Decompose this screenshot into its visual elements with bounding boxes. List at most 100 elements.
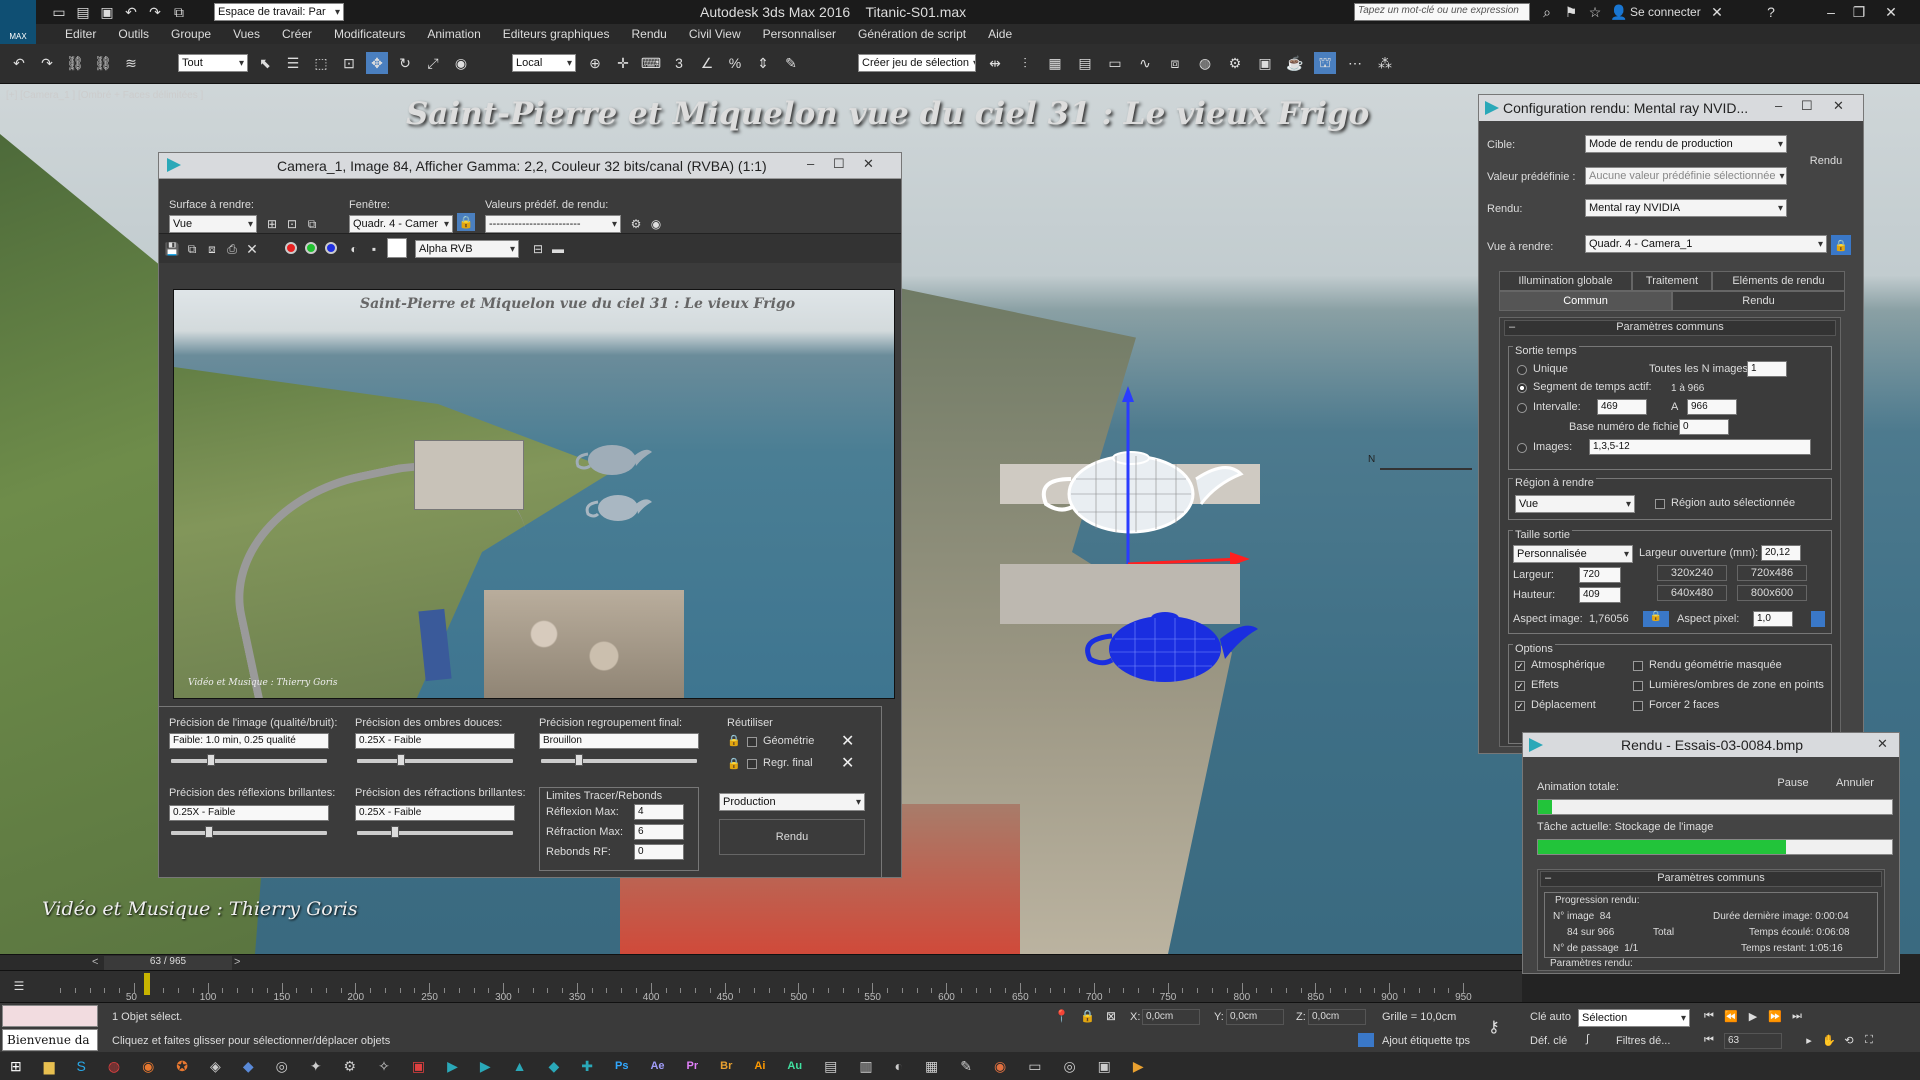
clone-frame-icon[interactable]: ⧈ bbox=[201, 238, 223, 260]
spinner-snap-icon[interactable]: ⇕ bbox=[752, 52, 774, 74]
img-precision-field[interactable]: Faible: 1.0 min, 0.25 qualité bbox=[169, 733, 329, 749]
placement-icon[interactable]: ◉ bbox=[450, 52, 472, 74]
move-gizmo[interactable] bbox=[1100, 384, 1260, 564]
render-setup-icon[interactable]: ⚙ bbox=[1224, 52, 1246, 74]
current-frame-field[interactable]: 63 bbox=[1724, 1033, 1782, 1049]
render-setup-maximize-icon[interactable]: ☐ bbox=[1801, 98, 1813, 114]
premiere-icon[interactable]: Pr bbox=[687, 1060, 699, 1072]
bind-spacewarp-icon[interactable]: ≋ bbox=[120, 52, 142, 74]
explorer-icon[interactable]: ▆ bbox=[44, 1058, 55, 1075]
render-preset-dropdown[interactable]: ------------------------- bbox=[485, 215, 621, 233]
maxscript-mini-listener[interactable] bbox=[2, 1005, 98, 1027]
percent-snap-icon[interactable]: % bbox=[724, 52, 746, 74]
illustrator-icon[interactable]: Ai bbox=[754, 1060, 765, 1072]
app-icon-28[interactable]: ✎ bbox=[960, 1058, 972, 1075]
area-dropdown[interactable]: Vue bbox=[1515, 495, 1635, 513]
next-frame-icon[interactable]: > bbox=[234, 956, 240, 968]
layer-icon[interactable]: ▦ bbox=[1044, 52, 1066, 74]
atmos-checkbox[interactable]: ✓ bbox=[1515, 661, 1525, 671]
cancel-button[interactable]: Annuler bbox=[1827, 773, 1883, 793]
menu-item-6[interactable]: Animation bbox=[416, 27, 491, 41]
minimize-icon[interactable]: – bbox=[1820, 1, 1842, 23]
default-tangent-icon[interactable]: ∫ bbox=[1586, 1033, 1589, 1045]
app-icon-24[interactable]: ▤ bbox=[824, 1058, 837, 1075]
render-mode-dropdown[interactable]: Production bbox=[719, 793, 865, 811]
populate-icon[interactable]: ⋯ bbox=[1344, 52, 1366, 74]
displacement-checkbox[interactable]: ✓ bbox=[1515, 701, 1525, 711]
z-coord-field[interactable]: 0,0cm bbox=[1308, 1009, 1366, 1025]
time-tag-icon[interactable] bbox=[1358, 1033, 1374, 1047]
new-file-icon[interactable]: ▭ bbox=[48, 1, 70, 23]
copy-image-icon[interactable]: ⧉ bbox=[181, 238, 203, 260]
environment-icon[interactable]: ◉ bbox=[645, 213, 667, 235]
file-base-field[interactable]: 0 bbox=[1679, 419, 1729, 435]
red-channel-toggle[interactable] bbox=[285, 242, 297, 254]
toggle-overlay-icon[interactable]: ▬ bbox=[547, 238, 569, 260]
edit-named-selection-icon[interactable]: ✎ bbox=[780, 52, 802, 74]
target-dropdown[interactable]: Mode de rendu de production bbox=[1585, 135, 1787, 153]
schematic-view-icon[interactable]: ⧈ bbox=[1164, 52, 1186, 74]
area-lights-checkbox[interactable] bbox=[1633, 681, 1643, 691]
prev-key-icon[interactable]: ⏪ bbox=[1722, 1007, 1740, 1025]
viewport-label[interactable]: [+] [Camera_1 ] [Ombré + Faces délimitée… bbox=[6, 90, 203, 101]
prev-frame-icon[interactable]: < bbox=[92, 956, 98, 968]
subscription-icon[interactable]: ⚑ bbox=[1560, 1, 1582, 23]
app-icon-12[interactable]: ▣ bbox=[412, 1058, 425, 1075]
menu-item-9[interactable]: Civil View bbox=[678, 27, 752, 41]
redo-icon[interactable]: ↷ bbox=[36, 52, 58, 74]
app-icon-14[interactable]: ▶ bbox=[480, 1058, 491, 1075]
manipulate-icon[interactable]: ✛ bbox=[612, 52, 634, 74]
reference-coord-dropdown[interactable]: Local bbox=[512, 54, 576, 72]
soft-shadow-slider[interactable] bbox=[357, 754, 513, 766]
orbit-icon[interactable]: ⟲ bbox=[1840, 1031, 1858, 1049]
time-config-icon[interactable]: ▸ bbox=[1800, 1031, 1818, 1049]
app-icon-17[interactable]: ✚ bbox=[581, 1058, 593, 1075]
exchange-icon[interactable]: ✕ bbox=[1706, 1, 1728, 23]
aspect-lock-icon[interactable]: 🔒 bbox=[1643, 611, 1669, 627]
render-setup-close-icon[interactable]: ✕ bbox=[1833, 98, 1844, 114]
menu-item-3[interactable]: Vues bbox=[222, 27, 271, 41]
bridge-icon[interactable]: Br bbox=[720, 1060, 732, 1072]
auto-region-checkbox[interactable] bbox=[1655, 499, 1665, 509]
key-mode-dropdown[interactable]: Sélection bbox=[1578, 1009, 1690, 1027]
render-setup-render-button[interactable]: Rendu bbox=[1795, 135, 1857, 187]
preset-dropdown[interactable]: Aucune valeur prédéfinie sélectionnée bbox=[1585, 167, 1787, 185]
final-gather-slider[interactable] bbox=[541, 754, 697, 766]
undo-icon[interactable]: ↶ bbox=[120, 1, 142, 23]
welcome-field[interactable]: Bienvenue da bbox=[2, 1029, 98, 1051]
alpha-channel-icon[interactable]: ◐ bbox=[343, 238, 365, 260]
progress-close-icon[interactable]: ✕ bbox=[1877, 736, 1888, 752]
app-icon-25[interactable]: ▥ bbox=[859, 1058, 872, 1075]
tab-global-illumination[interactable]: Illumination globale bbox=[1499, 271, 1632, 291]
blue-channel-toggle[interactable] bbox=[325, 242, 337, 254]
next-key-icon[interactable]: ⏩ bbox=[1766, 1007, 1784, 1025]
app-icon-8[interactable]: ◎ bbox=[276, 1058, 288, 1075]
move-icon[interactable]: ✥ bbox=[366, 52, 388, 74]
current-frame-marker[interactable] bbox=[144, 973, 150, 995]
menu-item-4[interactable]: Créer bbox=[271, 27, 323, 41]
renderer-dropdown[interactable]: Mental ray NVIDIA bbox=[1585, 199, 1787, 217]
chrome-icon[interactable]: ◍ bbox=[108, 1058, 120, 1075]
track-bar[interactable]: ☰ 50 100 150 200 250 300 350 400 450 500 550 600 650… bbox=[0, 970, 1522, 1003]
key-filters-button[interactable]: Filtres dé... bbox=[1616, 1035, 1670, 1047]
curve-editor-icon[interactable]: ∿ bbox=[1134, 52, 1156, 74]
3dsmax-taskbar-icon[interactable]: ▶ bbox=[447, 1058, 458, 1075]
common-params-rollout[interactable]: Paramètres communs – bbox=[1504, 320, 1836, 336]
single-radio[interactable] bbox=[1517, 365, 1527, 375]
unlink-icon[interactable]: ⛓ bbox=[92, 52, 114, 74]
glossy-refr-slider[interactable] bbox=[357, 826, 513, 838]
refl-max-field[interactable]: 4 bbox=[634, 804, 684, 820]
angle-snap-icon[interactable]: ∠ bbox=[696, 52, 718, 74]
audition-icon[interactable]: Au bbox=[787, 1060, 802, 1072]
final-regr-lock-icon[interactable]: 🔒 bbox=[727, 757, 741, 770]
menu-item-0[interactable]: Editer bbox=[54, 27, 107, 41]
search-input[interactable]: Tapez un mot-clé ou une expression bbox=[1354, 3, 1530, 21]
geometry-lock-icon[interactable]: 🔒 bbox=[727, 734, 741, 747]
goto-end-icon[interactable]: ⏭ bbox=[1788, 1007, 1806, 1025]
final-regr-clear-icon[interactable]: ✕ bbox=[841, 753, 854, 773]
particle-icon[interactable]: ⁂ bbox=[1374, 52, 1396, 74]
range-to-field[interactable]: 966 bbox=[1687, 399, 1737, 415]
save-image-icon[interactable]: 💾 bbox=[161, 238, 183, 260]
auto-key-button[interactable]: Clé auto bbox=[1530, 1011, 1571, 1023]
keyboard-shortcut-icon[interactable]: ⌨ bbox=[640, 52, 662, 74]
